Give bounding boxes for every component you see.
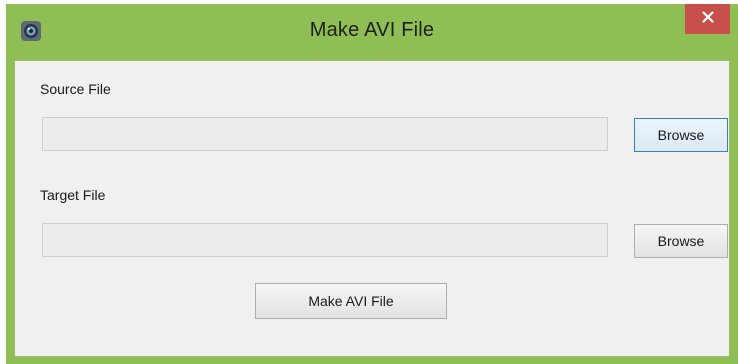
make-avi-window: Make AVI File Source File Browse Target … — [0, 0, 738, 364]
source-file-label: Source File — [40, 81, 111, 97]
window-frame: Make AVI File Source File Browse Target … — [6, 4, 738, 364]
window-title: Make AVI File — [309, 19, 435, 41]
source-file-input[interactable] — [42, 117, 608, 151]
source-browse-button[interactable]: Browse — [634, 118, 728, 152]
target-file-label: Target File — [40, 187, 106, 203]
dialog-content: Source File Browse Target File Browse Ma… — [14, 60, 730, 357]
title-bar[interactable]: Make AVI File — [6, 4, 738, 58]
target-browse-button[interactable]: Browse — [634, 224, 728, 258]
make-avi-button[interactable]: Make AVI File — [255, 283, 447, 319]
target-file-input[interactable] — [42, 223, 608, 257]
close-x-icon — [701, 10, 714, 28]
close-button[interactable] — [685, 4, 730, 34]
